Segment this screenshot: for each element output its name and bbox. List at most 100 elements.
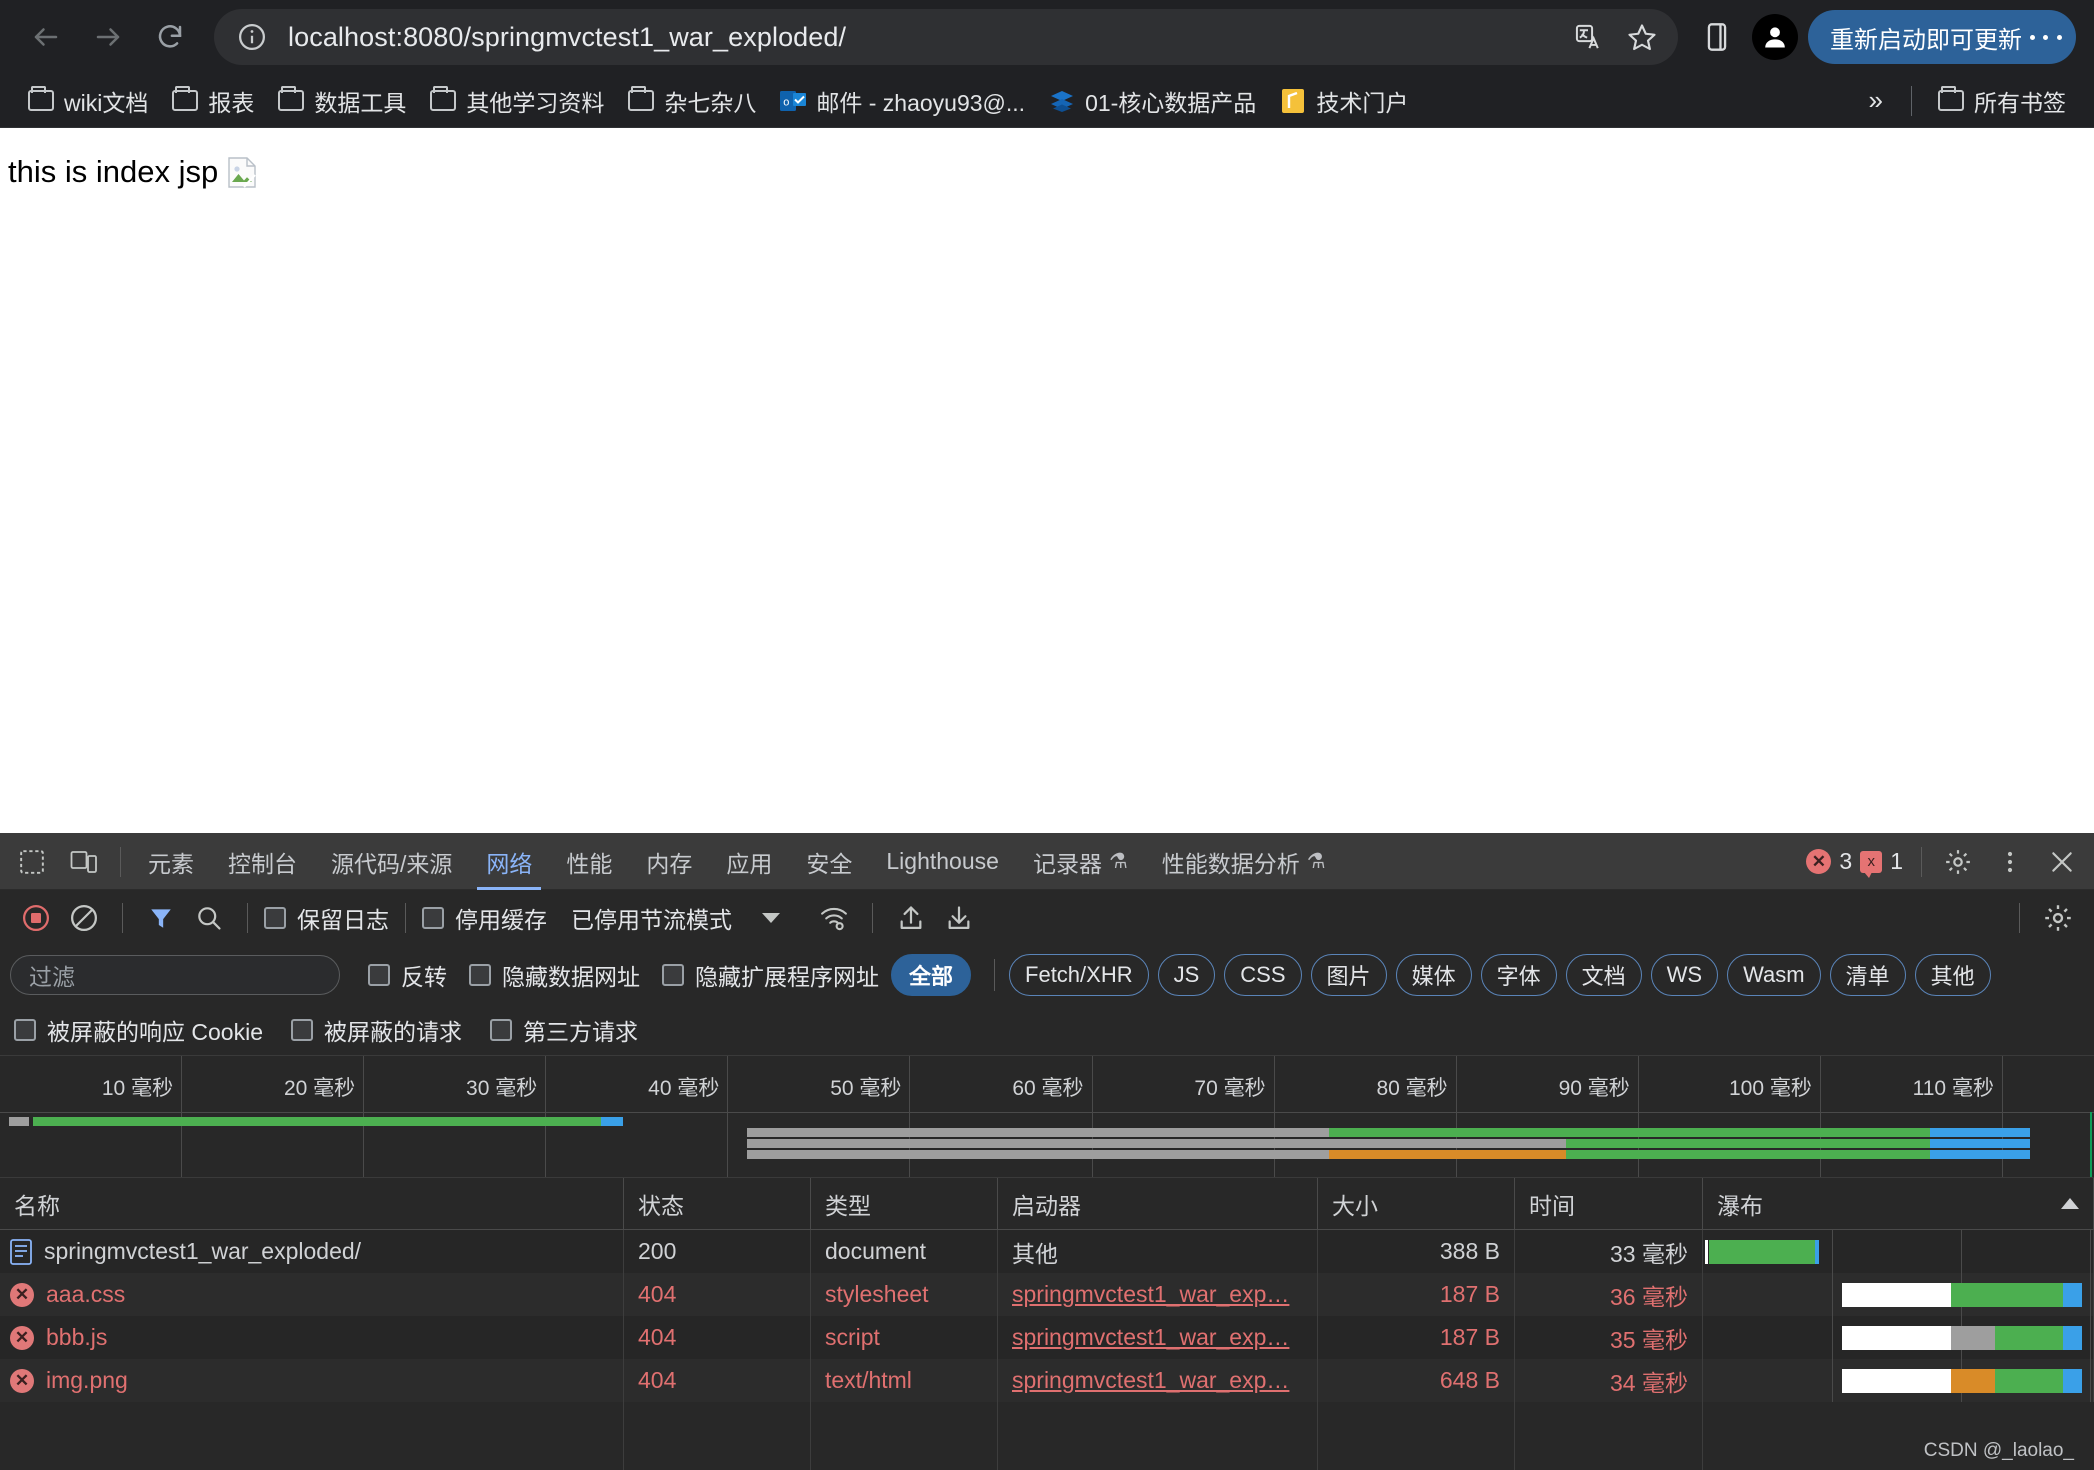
filter-input[interactable]: 过滤: [10, 955, 340, 995]
initiator-link[interactable]: springmvctest1_war_exp…: [1012, 1281, 1289, 1308]
cell-name[interactable]: ✕ img.png: [0, 1359, 624, 1402]
filter-type-wasm[interactable]: Wasm: [1727, 954, 1821, 996]
filter-type-css[interactable]: CSS: [1224, 954, 1302, 996]
search-icon[interactable]: [187, 896, 231, 940]
checkbox-box[interactable]: [368, 964, 390, 986]
column-header-waterfall[interactable]: 瀑布: [1703, 1178, 2094, 1229]
tab-sources[interactable]: 源代码/来源: [314, 834, 469, 890]
site-info-icon[interactable]: [234, 19, 270, 55]
hide-data-urls-checkbox[interactable]: 隐藏数据网址: [469, 958, 640, 992]
translate-icon[interactable]: [1566, 15, 1610, 59]
filter-type-img[interactable]: 图片: [1310, 954, 1387, 996]
filter-type-doc[interactable]: 文档: [1565, 954, 1642, 996]
cell-name[interactable]: ✕ aaa.css: [0, 1273, 624, 1316]
network-overview-timeline[interactable]: 10 毫秒 20 毫秒 30 毫秒 40 毫秒 50 毫秒 60 毫秒 70 毫秒 80 毫秒…: [0, 1056, 2094, 1178]
checkbox-box[interactable]: [264, 907, 286, 929]
filter-type-all[interactable]: 全部: [891, 954, 972, 996]
bookmark-item-reports[interactable]: 报表: [160, 78, 266, 124]
bookmark-item-core-data[interactable]: 01-核心数据产品: [1037, 78, 1268, 124]
filter-type-media[interactable]: 媒体: [1395, 954, 1472, 996]
profile-avatar[interactable]: [1752, 14, 1798, 60]
third-party-checkbox[interactable]: 第三方请求: [489, 1013, 638, 1047]
side-panel-icon[interactable]: [1692, 12, 1742, 62]
initiator-link[interactable]: springmvctest1_war_exp…: [1012, 1324, 1289, 1351]
tab-performance[interactable]: 性能: [549, 834, 629, 890]
devtools-close-icon[interactable]: [2038, 840, 2086, 884]
filter-type-fetch-xhr[interactable]: Fetch/XHR: [1009, 954, 1149, 996]
reload-button[interactable]: [142, 9, 198, 65]
initiator-link[interactable]: springmvctest1_war_exp…: [1012, 1367, 1289, 1394]
checkbox-box[interactable]: [662, 964, 684, 986]
chevron-down-icon[interactable]: [762, 913, 780, 923]
export-har-icon[interactable]: [937, 896, 981, 940]
cell-initiator[interactable]: springmvctest1_war_exp…: [998, 1273, 1318, 1316]
all-bookmarks-button[interactable]: 所有书签: [1926, 78, 2078, 124]
filter-type-manifest[interactable]: 清单: [1829, 954, 1906, 996]
invert-checkbox[interactable]: 反转: [368, 958, 447, 992]
throttling-select[interactable]: 已停用节流模式: [571, 901, 732, 935]
filter-type-font[interactable]: 字体: [1480, 954, 1557, 996]
import-har-icon[interactable]: [889, 896, 933, 940]
tab-console[interactable]: 控制台: [211, 834, 314, 890]
devtools-settings-gear-icon[interactable]: [1934, 840, 1982, 884]
url-text[interactable]: localhost:8080/springmvctest1_war_explod…: [270, 22, 1566, 53]
checkbox-box[interactable]: [489, 1018, 512, 1041]
column-header-time[interactable]: 时间: [1515, 1178, 1703, 1229]
bookmark-item-wiki[interactable]: wiki文档: [16, 78, 160, 124]
bookmarks-overflow-button[interactable]: »: [1855, 81, 1897, 120]
table-row[interactable]: ✕ bbb.js 404 script springmvctest1_war_exp… 1…: [0, 1316, 2094, 1359]
devtools-more-options-icon[interactable]: [1986, 840, 2034, 884]
bookmark-star-icon[interactable]: [1620, 15, 1664, 59]
preserve-log-checkbox[interactable]: 保留日志: [264, 901, 389, 935]
table-row[interactable]: ✕ img.png 404 text/html springmvctest1_war_e…: [0, 1359, 2094, 1402]
tab-elements[interactable]: 元素: [131, 834, 211, 890]
column-header-name[interactable]: 名称: [0, 1178, 624, 1229]
back-button[interactable]: [18, 9, 74, 65]
blocked-requests-checkbox[interactable]: 被屏蔽的请求: [290, 1013, 462, 1047]
clear-icon[interactable]: [62, 896, 106, 940]
checkbox-box[interactable]: [422, 907, 444, 929]
disable-cache-checkbox[interactable]: 停用缓存: [422, 901, 547, 935]
filter-icon[interactable]: [139, 896, 183, 940]
tab-network[interactable]: 网络: [469, 834, 549, 890]
bookmark-item-study[interactable]: 其他学习资料: [418, 78, 616, 124]
inspect-element-icon[interactable]: [8, 840, 56, 884]
network-settings-gear-icon[interactable]: [2036, 896, 2080, 940]
chrome-menu-icon[interactable]: [2026, 32, 2066, 43]
bookmark-item-misc[interactable]: 杂七杂八: [616, 78, 768, 124]
table-row[interactable]: springmvctest1_war_exploded/200 document 其…: [0, 1230, 2094, 1273]
table-row[interactable]: ✕ aaa.css 404 stylesheet springmvctest1_war_…: [0, 1273, 2094, 1316]
hide-extension-urls-checkbox[interactable]: 隐藏扩展程序网址: [662, 958, 879, 992]
column-header-size[interactable]: 大小: [1318, 1178, 1515, 1229]
update-button[interactable]: 重新启动即可更新: [1808, 10, 2076, 64]
tab-performance-insights[interactable]: 性能数据分析 ⚗: [1145, 834, 1343, 890]
cell-initiator[interactable]: springmvctest1_war_exp…: [998, 1359, 1318, 1402]
column-header-status[interactable]: 状态: [624, 1178, 811, 1229]
bookmark-item-tech-portal[interactable]: 技术门户: [1268, 78, 1420, 124]
issue-counts[interactable]: ✕ 3 x 1: [1806, 848, 1911, 878]
bookmark-item-mail[interactable]: o 邮件 - zhaoyu93@...: [768, 78, 1037, 124]
column-header-type[interactable]: 类型: [811, 1178, 998, 1229]
checkbox-box[interactable]: [469, 964, 491, 986]
checkbox-box[interactable]: [290, 1018, 313, 1041]
forward-button[interactable]: [80, 9, 136, 65]
tab-lighthouse[interactable]: Lighthouse: [869, 834, 1016, 890]
tab-memory[interactable]: 内存: [629, 834, 709, 890]
blocked-cookies-checkbox[interactable]: 被屏蔽的响应 Cookie: [14, 1013, 263, 1047]
tab-application[interactable]: 应用: [709, 834, 789, 890]
record-stop-icon[interactable]: [14, 896, 58, 940]
filter-type-other[interactable]: 其他: [1914, 954, 1991, 996]
filter-type-js[interactable]: JS: [1157, 954, 1216, 996]
filter-type-ws[interactable]: WS: [1650, 954, 1719, 996]
network-conditions-icon[interactable]: [812, 896, 856, 940]
tab-recorder[interactable]: 记录器 ⚗: [1016, 834, 1145, 890]
tab-security[interactable]: 安全: [789, 834, 869, 890]
checkbox-box[interactable]: [14, 1018, 36, 1041]
cell-name[interactable]: ✕ bbb.js: [0, 1316, 624, 1359]
address-bar[interactable]: localhost:8080/springmvctest1_war_explod…: [214, 9, 1678, 65]
column-header-initiator[interactable]: 启动器: [998, 1178, 1318, 1229]
cell-initiator[interactable]: springmvctest1_war_exp…: [998, 1316, 1318, 1359]
cell-name[interactable]: springmvctest1_war_exploded/: [0, 1230, 624, 1273]
bookmark-item-data-tools[interactable]: 数据工具: [266, 78, 418, 124]
device-toolbar-icon[interactable]: [60, 840, 108, 884]
